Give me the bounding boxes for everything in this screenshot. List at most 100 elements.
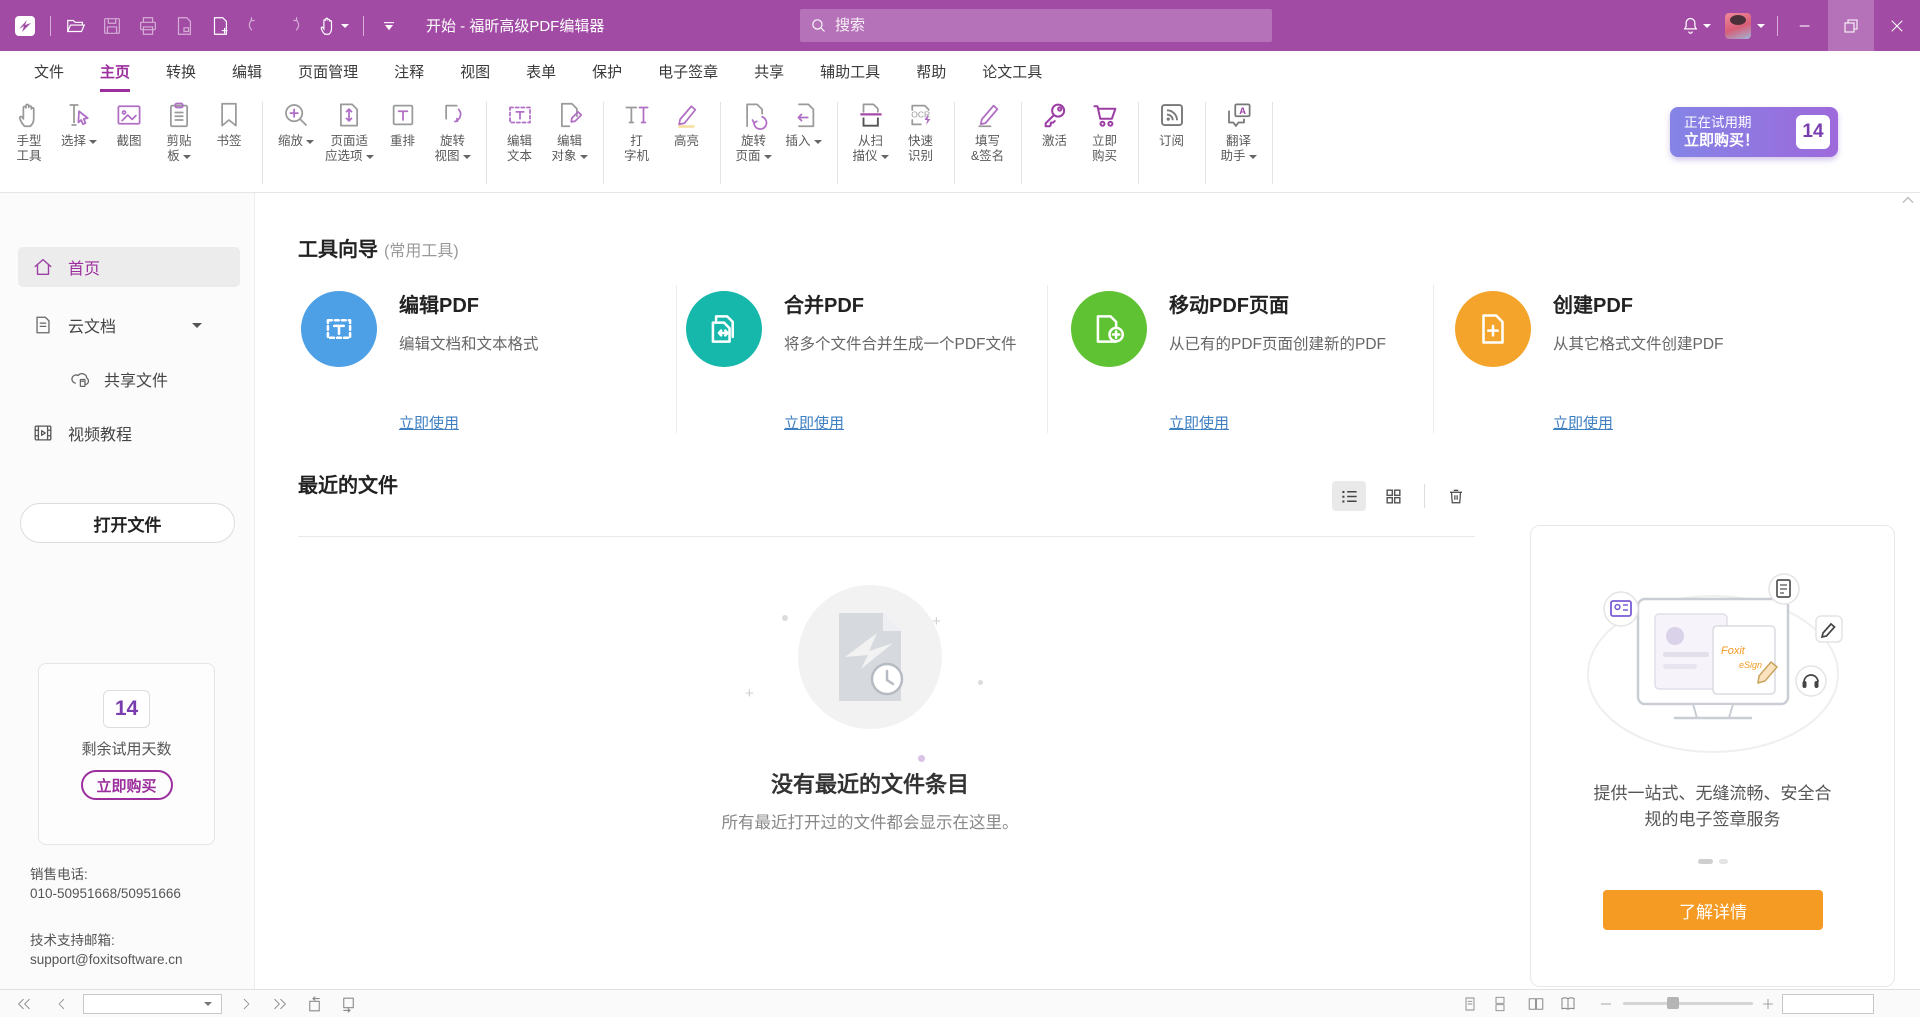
card-edit-pdf[interactable]: 编辑PDF 编辑文档和文本格式 立即使用: [255, 285, 676, 433]
page-number-combo[interactable]: [83, 994, 222, 1014]
quick-access-menu-icon[interactable]: [378, 15, 400, 37]
activate-button[interactable]: 激活: [1034, 100, 1076, 149]
subscribe-button[interactable]: 订阅: [1151, 100, 1193, 149]
buy-now-pill-button[interactable]: 立即购买: [81, 770, 173, 800]
carousel-dot[interactable]: [1719, 859, 1728, 864]
zoom-button[interactable]: 缩放: [275, 100, 317, 149]
rotate-view-button[interactable]: 旋转视图: [432, 100, 474, 164]
dropdown-caret-icon: [366, 155, 374, 159]
hand-tool-quick[interactable]: [317, 15, 349, 37]
single-page-view-button[interactable]: [1460, 994, 1480, 1014]
continuous-view-button[interactable]: [1490, 994, 1510, 1014]
support-email-value[interactable]: support@foxitsoftware.cn: [30, 950, 183, 969]
list-view-button[interactable]: [1332, 481, 1366, 511]
menu-item-help[interactable]: 帮助: [916, 61, 946, 92]
menu-item-view[interactable]: 视图: [460, 61, 490, 92]
translate-assistant-button[interactable]: A 翻译助手: [1218, 100, 1260, 164]
search-input[interactable]: [835, 17, 1215, 34]
open-file-button[interactable]: 打开文件: [20, 503, 235, 543]
menu-item-share[interactable]: 共享: [754, 61, 784, 92]
clipboard-button[interactable]: 剪贴板: [158, 100, 200, 164]
next-page-button[interactable]: [236, 994, 256, 1014]
menu-item-assist-tools[interactable]: 辅助工具: [820, 61, 880, 92]
bookmark-button[interactable]: 书签: [208, 100, 250, 149]
use-now-link[interactable]: 立即使用: [399, 412, 459, 433]
buy-now-button[interactable]: 立即购买: [1084, 100, 1126, 164]
menu-item-page-manage[interactable]: 页面管理: [298, 61, 358, 92]
carousel-dot-active[interactable]: [1698, 859, 1713, 864]
restore-button[interactable]: [1828, 0, 1874, 51]
print-icon[interactable]: [137, 15, 159, 37]
edit-object-button[interactable]: 编辑对象: [549, 100, 591, 164]
fill-sign-button[interactable]: 填写&签名: [967, 100, 1009, 164]
from-scanner-button[interactable]: 从扫描仪: [850, 100, 892, 164]
menu-item-protect[interactable]: 保护: [592, 61, 622, 92]
book-view-button[interactable]: [1558, 994, 1578, 1014]
search-box[interactable]: [800, 9, 1272, 42]
card-create-pdf[interactable]: 创建PDF 从其它格式文件创建PDF 立即使用: [1433, 285, 1920, 433]
use-now-link[interactable]: 立即使用: [784, 412, 844, 433]
notifications-button[interactable]: [1680, 15, 1711, 36]
zoom-in-button[interactable]: [1758, 994, 1778, 1014]
avatar: [1725, 13, 1751, 39]
highlight-button[interactable]: 高亮: [666, 100, 708, 149]
trial-buy-banner[interactable]: 正在试用期 立即购买！ 14: [1670, 107, 1838, 157]
menu-item-comment[interactable]: 注释: [394, 61, 424, 92]
hand-tool-button[interactable]: 手型工具: [8, 100, 50, 164]
clear-recent-button[interactable]: [1439, 481, 1473, 511]
undo-icon[interactable]: [245, 15, 267, 37]
first-page-button[interactable]: [14, 994, 34, 1014]
minimize-button[interactable]: [1782, 0, 1828, 51]
menu-item-esign[interactable]: 电子签章: [658, 61, 718, 92]
zoom-slider-thumb[interactable]: [1667, 997, 1679, 1009]
sidebar-item-shared-files[interactable]: 共享文件: [18, 359, 240, 399]
svg-text:Foxit: Foxit: [1721, 645, 1746, 657]
toolbar-separator: [1021, 102, 1022, 184]
card-move-pdf-pages[interactable]: 移动PDF页面 从已有的PDF页面创建新的PDF 立即使用: [1047, 285, 1433, 433]
quick-ocr-button[interactable]: OCR 快速识别: [900, 100, 942, 164]
typewriter-icon: [622, 100, 652, 130]
account-button[interactable]: [1725, 13, 1765, 39]
open-file-icon[interactable]: [65, 15, 87, 37]
use-now-link[interactable]: 立即使用: [1169, 412, 1229, 433]
menu-item-home[interactable]: 主页: [100, 61, 130, 92]
sidebar-item-video-tutorials[interactable]: 视频教程: [18, 413, 240, 453]
reflow-button[interactable]: 重排: [382, 100, 424, 149]
menu-item-edit[interactable]: 编辑: [232, 61, 262, 92]
snapshot-button[interactable]: 截图: [108, 100, 150, 149]
sidebar-item-cloud-docs[interactable]: 云文档: [18, 305, 240, 345]
edit-text-icon: [505, 100, 535, 130]
carousel-dots[interactable]: [1531, 859, 1894, 864]
zoom-out-button[interactable]: [1596, 994, 1616, 1014]
prev-page-button[interactable]: [52, 994, 72, 1014]
insert-pages-button[interactable]: 插入: [783, 100, 825, 149]
sidebar-item-home[interactable]: 首页: [18, 247, 240, 287]
menu-item-paper-tools[interactable]: 论文工具: [982, 61, 1042, 92]
menu-item-form[interactable]: 表单: [526, 61, 556, 92]
rotate-pages-button[interactable]: 旋转页面: [733, 100, 775, 164]
expand-caret-icon[interactable]: [192, 323, 202, 328]
select-tool-button[interactable]: 选择: [58, 100, 100, 149]
new-document-icon[interactable]: [209, 15, 231, 37]
typewriter-button[interactable]: 打字机: [616, 100, 658, 164]
page-fit-options-button[interactable]: 页面适应选项: [325, 100, 374, 164]
next-view-button[interactable]: [338, 994, 358, 1014]
card-merge-pdf[interactable]: 合并PDF 将多个文件合并生成一个PDF文件 立即使用: [676, 285, 1047, 433]
save-icon[interactable]: [101, 15, 123, 37]
menu-item-convert[interactable]: 转换: [166, 61, 196, 92]
scroll-up-icon[interactable]: [1902, 196, 1914, 204]
redo-icon[interactable]: [281, 15, 303, 37]
edit-text-button[interactable]: 编辑文本: [499, 100, 541, 164]
learn-more-button[interactable]: 了解详情: [1603, 890, 1823, 930]
zoom-level-box[interactable]: [1782, 994, 1874, 1014]
extract-page-icon[interactable]: [173, 15, 195, 37]
use-now-link[interactable]: 立即使用: [1553, 412, 1613, 433]
previous-view-button[interactable]: [304, 994, 324, 1014]
menu-item-file[interactable]: 文件: [34, 61, 64, 92]
page-number-input[interactable]: [84, 996, 202, 1012]
close-button[interactable]: [1874, 0, 1920, 51]
grid-view-button[interactable]: [1376, 481, 1410, 511]
zoom-slider[interactable]: [1623, 1002, 1753, 1005]
last-page-button[interactable]: [270, 994, 290, 1014]
facing-view-button[interactable]: [1526, 994, 1546, 1014]
